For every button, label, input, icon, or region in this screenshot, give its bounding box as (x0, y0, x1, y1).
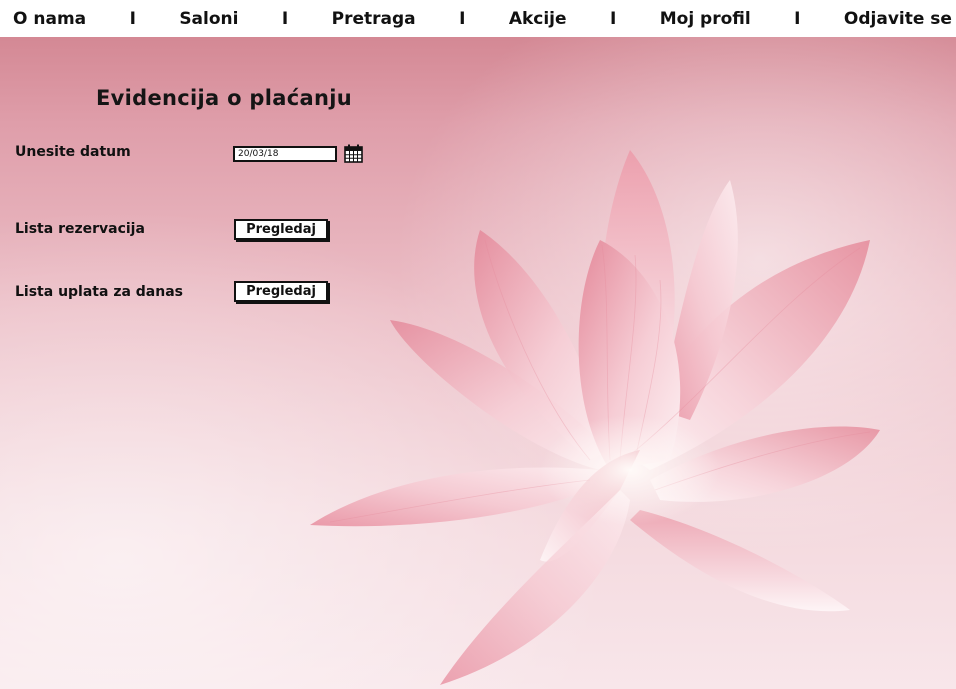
payments-label: Lista uplata za danas (15, 284, 183, 300)
page: O nama I Saloni I Pretraga I Akcije I Mo… (0, 0, 956, 689)
date-input[interactable] (233, 146, 337, 162)
reservations-label: Lista rezervacija (15, 221, 145, 237)
main-content: Evidencija o plaćanju Unesite datum List… (0, 0, 956, 689)
nav-item-akcije[interactable]: Akcije (509, 9, 567, 29)
nav-separator: I (281, 8, 289, 29)
nav-item-odjavite-se[interactable]: Odjavite se (844, 9, 952, 29)
page-title: Evidencija o plaćanju (96, 86, 352, 110)
nav-item-o-nama[interactable]: O nama (13, 9, 86, 29)
nav-separator: I (794, 8, 801, 29)
top-navigation: O nama I Saloni I Pretraga I Akcije I Mo… (0, 0, 956, 37)
nav-separator: I (459, 8, 466, 29)
nav-item-moj-profil[interactable]: Moj profil (660, 9, 751, 29)
date-label: Unesite datum (15, 144, 131, 160)
nav-separator: I (609, 8, 617, 29)
nav-item-pretraga[interactable]: Pretraga (332, 9, 416, 29)
view-reservations-button[interactable]: Pregledaj (234, 219, 328, 240)
nav-item-saloni[interactable]: Saloni (179, 9, 238, 29)
nav-separator: I (129, 8, 136, 29)
view-payments-button[interactable]: Pregledaj (234, 281, 328, 302)
calendar-icon[interactable] (344, 144, 363, 163)
